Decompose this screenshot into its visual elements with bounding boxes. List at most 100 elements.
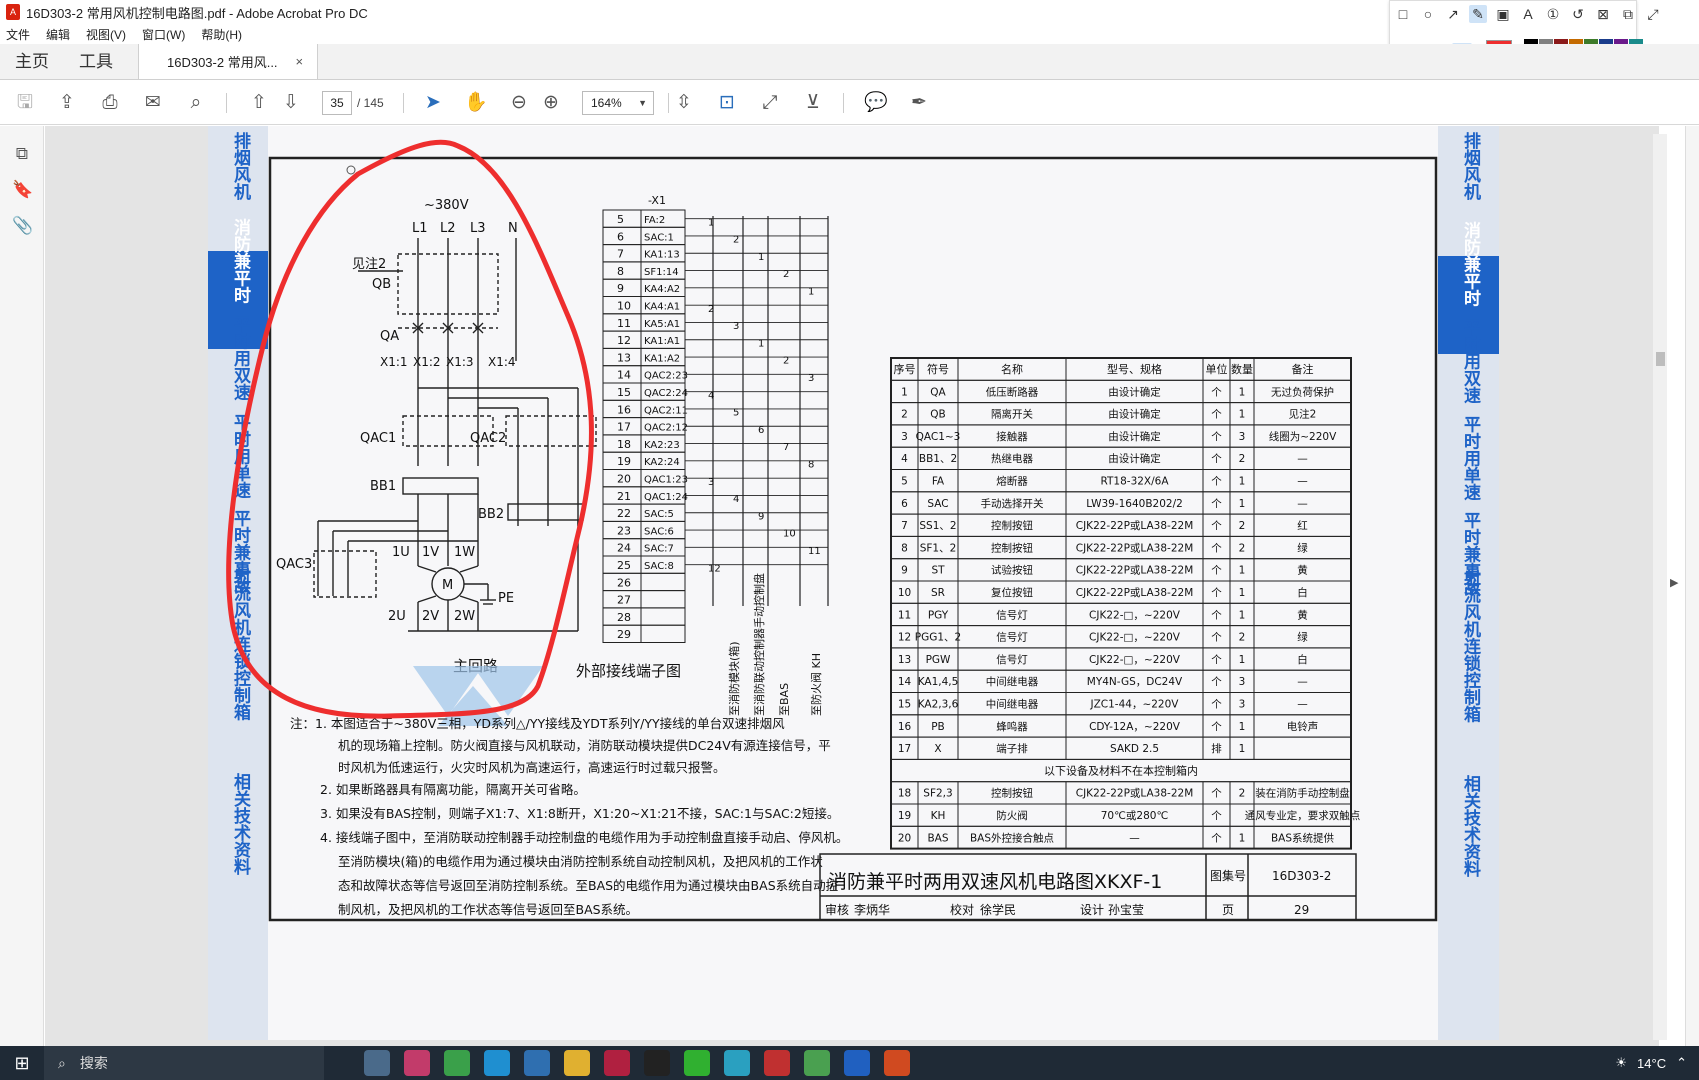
terminal-number: 12 xyxy=(617,334,631,347)
table-cell: 备注 xyxy=(1292,362,1314,376)
text-tool-icon[interactable]: A xyxy=(1519,5,1537,23)
red-annotation-stroke[interactable] xyxy=(226,139,594,719)
table-cell: 名称 xyxy=(1001,362,1023,376)
scroll-mode-icon[interactable]: ⇳ xyxy=(671,91,697,115)
note-line: 3. 如果没有BAS控制，则端子X1:7、X1:8断开，X1:20~X1:21不… xyxy=(320,806,839,821)
wire-number: 2 xyxy=(783,356,789,367)
tab-tools[interactable]: 工具 xyxy=(64,44,128,79)
table-cell: — xyxy=(1297,498,1308,510)
attachment-icon[interactable]: 📎 xyxy=(12,216,33,236)
terminal-number: 26 xyxy=(617,576,631,589)
terminal-number: 28 xyxy=(617,611,631,624)
app-icon[interactable] xyxy=(724,1050,750,1076)
email-icon[interactable]: ✉ xyxy=(140,91,166,115)
chevron-up-icon[interactable]: ⌃ xyxy=(1676,1055,1687,1071)
arrow-tool-icon[interactable]: ↗ xyxy=(1444,5,1462,23)
expand-icon[interactable]: ⤢ xyxy=(1644,5,1662,23)
file-explorer-icon[interactable] xyxy=(564,1050,590,1076)
full-screen-icon[interactable]: ⤢ xyxy=(757,91,783,115)
tab-document[interactable]: 16D303-2 常用风... × xyxy=(138,44,318,79)
qq-icon[interactable] xyxy=(644,1050,670,1076)
main-toolbar: 🖫 ⇪ ⎙ ✉ ⌕ ⇧ ⇩ 35 / 145 ➤ ✋ ⊖ ⊕ 164% ▼ ⇳ … xyxy=(0,81,1699,125)
page-number-input[interactable]: 35 xyxy=(322,91,352,115)
fit-page-icon[interactable]: ⊡ xyxy=(714,91,740,115)
table-cell: 隔离开关 xyxy=(991,408,1033,421)
copy-screenshot-icon[interactable]: ⧉ xyxy=(1619,5,1637,23)
pen-tool-icon[interactable]: ✎ xyxy=(1469,5,1487,23)
terminal-number: 13 xyxy=(617,351,631,364)
right-panel-strip xyxy=(1685,126,1699,1046)
table-cell: PGW xyxy=(926,654,951,666)
table-cell: BAS外控接合触点 xyxy=(970,831,1054,844)
pen-cursor-icon xyxy=(346,165,356,175)
undo-icon[interactable]: ↺ xyxy=(1569,5,1587,23)
terminal-connection: SAC:1 xyxy=(644,232,674,243)
weather-icon[interactable]: ☀ xyxy=(1615,1055,1627,1071)
save-icon[interactable]: 🖫 xyxy=(12,91,38,115)
table-cell: — xyxy=(1297,676,1308,688)
terminal-number: 11 xyxy=(617,317,631,330)
print-icon[interactable]: ⎙ xyxy=(97,91,123,115)
windows-start-icon[interactable]: ⊞ xyxy=(0,1053,44,1074)
table-cell: 2 xyxy=(1239,788,1246,800)
zoom-select[interactable]: 164% ▼ xyxy=(582,91,654,115)
zoom-in-icon[interactable]: ⊕ xyxy=(538,91,564,115)
table-cell: PGG1、2 xyxy=(915,632,961,644)
terminal-number: 23 xyxy=(617,524,631,537)
app-icon[interactable] xyxy=(844,1050,870,1076)
tab-home[interactable]: 主页 xyxy=(0,44,64,79)
wire-number: 2 xyxy=(733,235,739,246)
mosaic-tool-icon[interactable]: ⊠ xyxy=(1594,5,1612,23)
table-cell: CJK22-22P或LA38-22M xyxy=(1076,565,1194,577)
app-icon[interactable] xyxy=(804,1050,830,1076)
previous-page-icon[interactable]: ⇧ xyxy=(246,91,272,115)
taskbar-search[interactable]: ⌕ 搜索 xyxy=(44,1046,324,1080)
ellipse-tool-icon[interactable]: ○ xyxy=(1419,5,1437,23)
menu-file[interactable]: 文件 xyxy=(6,26,30,43)
table-cell: PGY xyxy=(928,609,949,621)
menu-edit[interactable]: 编辑 xyxy=(46,26,70,43)
table-cell: 12 xyxy=(898,632,911,644)
table-cell: 熔断器 xyxy=(996,475,1028,488)
acrobat-icon[interactable] xyxy=(764,1050,790,1076)
hand-tool-icon[interactable]: ✋ xyxy=(463,91,489,115)
rectangle-tool-icon[interactable]: □ xyxy=(1394,5,1412,23)
bookmark-icon[interactable]: 🔖 xyxy=(12,180,33,200)
wechat-icon[interactable] xyxy=(684,1050,710,1076)
menu-view[interactable]: 视图(V) xyxy=(86,26,126,43)
app-icon[interactable] xyxy=(524,1050,550,1076)
page-thumbnails-icon[interactable]: ⧉ xyxy=(12,144,32,164)
table-cell: 白 xyxy=(1297,653,1308,666)
scrollbar-thumb[interactable] xyxy=(1656,352,1665,366)
edge-icon[interactable] xyxy=(484,1050,510,1076)
menu-help[interactable]: 帮助(H) xyxy=(201,26,242,43)
table-cell: CJK22-□，~220V xyxy=(1089,632,1181,644)
table-cell: 19 xyxy=(898,810,911,822)
select-tool-icon[interactable]: ➤ xyxy=(420,91,446,115)
upload-icon[interactable]: ⇪ xyxy=(54,91,80,115)
wire-number: 10 xyxy=(783,529,796,540)
collapse-right-panel-icon[interactable]: ▶ xyxy=(1670,576,1678,589)
table-cell: CJK22-□，~220V xyxy=(1089,609,1181,621)
table-cell: 试验按钮 xyxy=(991,564,1033,577)
powerpoint-icon[interactable] xyxy=(884,1050,910,1076)
app-icon[interactable] xyxy=(444,1050,470,1076)
comment-icon[interactable]: 💬 xyxy=(863,91,889,115)
task-view-icon[interactable] xyxy=(364,1050,390,1076)
highlighter-tool-icon[interactable]: ▣ xyxy=(1494,5,1512,23)
search-icon[interactable]: ⌕ xyxy=(183,91,209,115)
close-tab-icon[interactable]: × xyxy=(296,54,304,69)
vertical-scrollbar[interactable] xyxy=(1653,134,1667,1040)
number-tool-icon[interactable]: ① xyxy=(1544,5,1562,23)
sign-icon[interactable]: ✒ xyxy=(906,91,932,115)
pe-label: PE xyxy=(498,591,514,606)
table-subheader: 以下设备及材料不在本控制箱内 xyxy=(1044,763,1198,777)
read-mode-icon[interactable]: ⊻ xyxy=(800,91,826,115)
table-cell: 个 xyxy=(1211,788,1222,800)
zoom-out-icon[interactable]: ⊖ xyxy=(506,91,532,115)
menu-window[interactable]: 窗口(W) xyxy=(142,26,185,43)
next-page-icon[interactable]: ⇩ xyxy=(278,91,304,115)
app-icon[interactable] xyxy=(404,1050,430,1076)
table-cell: 1 xyxy=(1239,498,1246,510)
app-icon[interactable] xyxy=(604,1050,630,1076)
